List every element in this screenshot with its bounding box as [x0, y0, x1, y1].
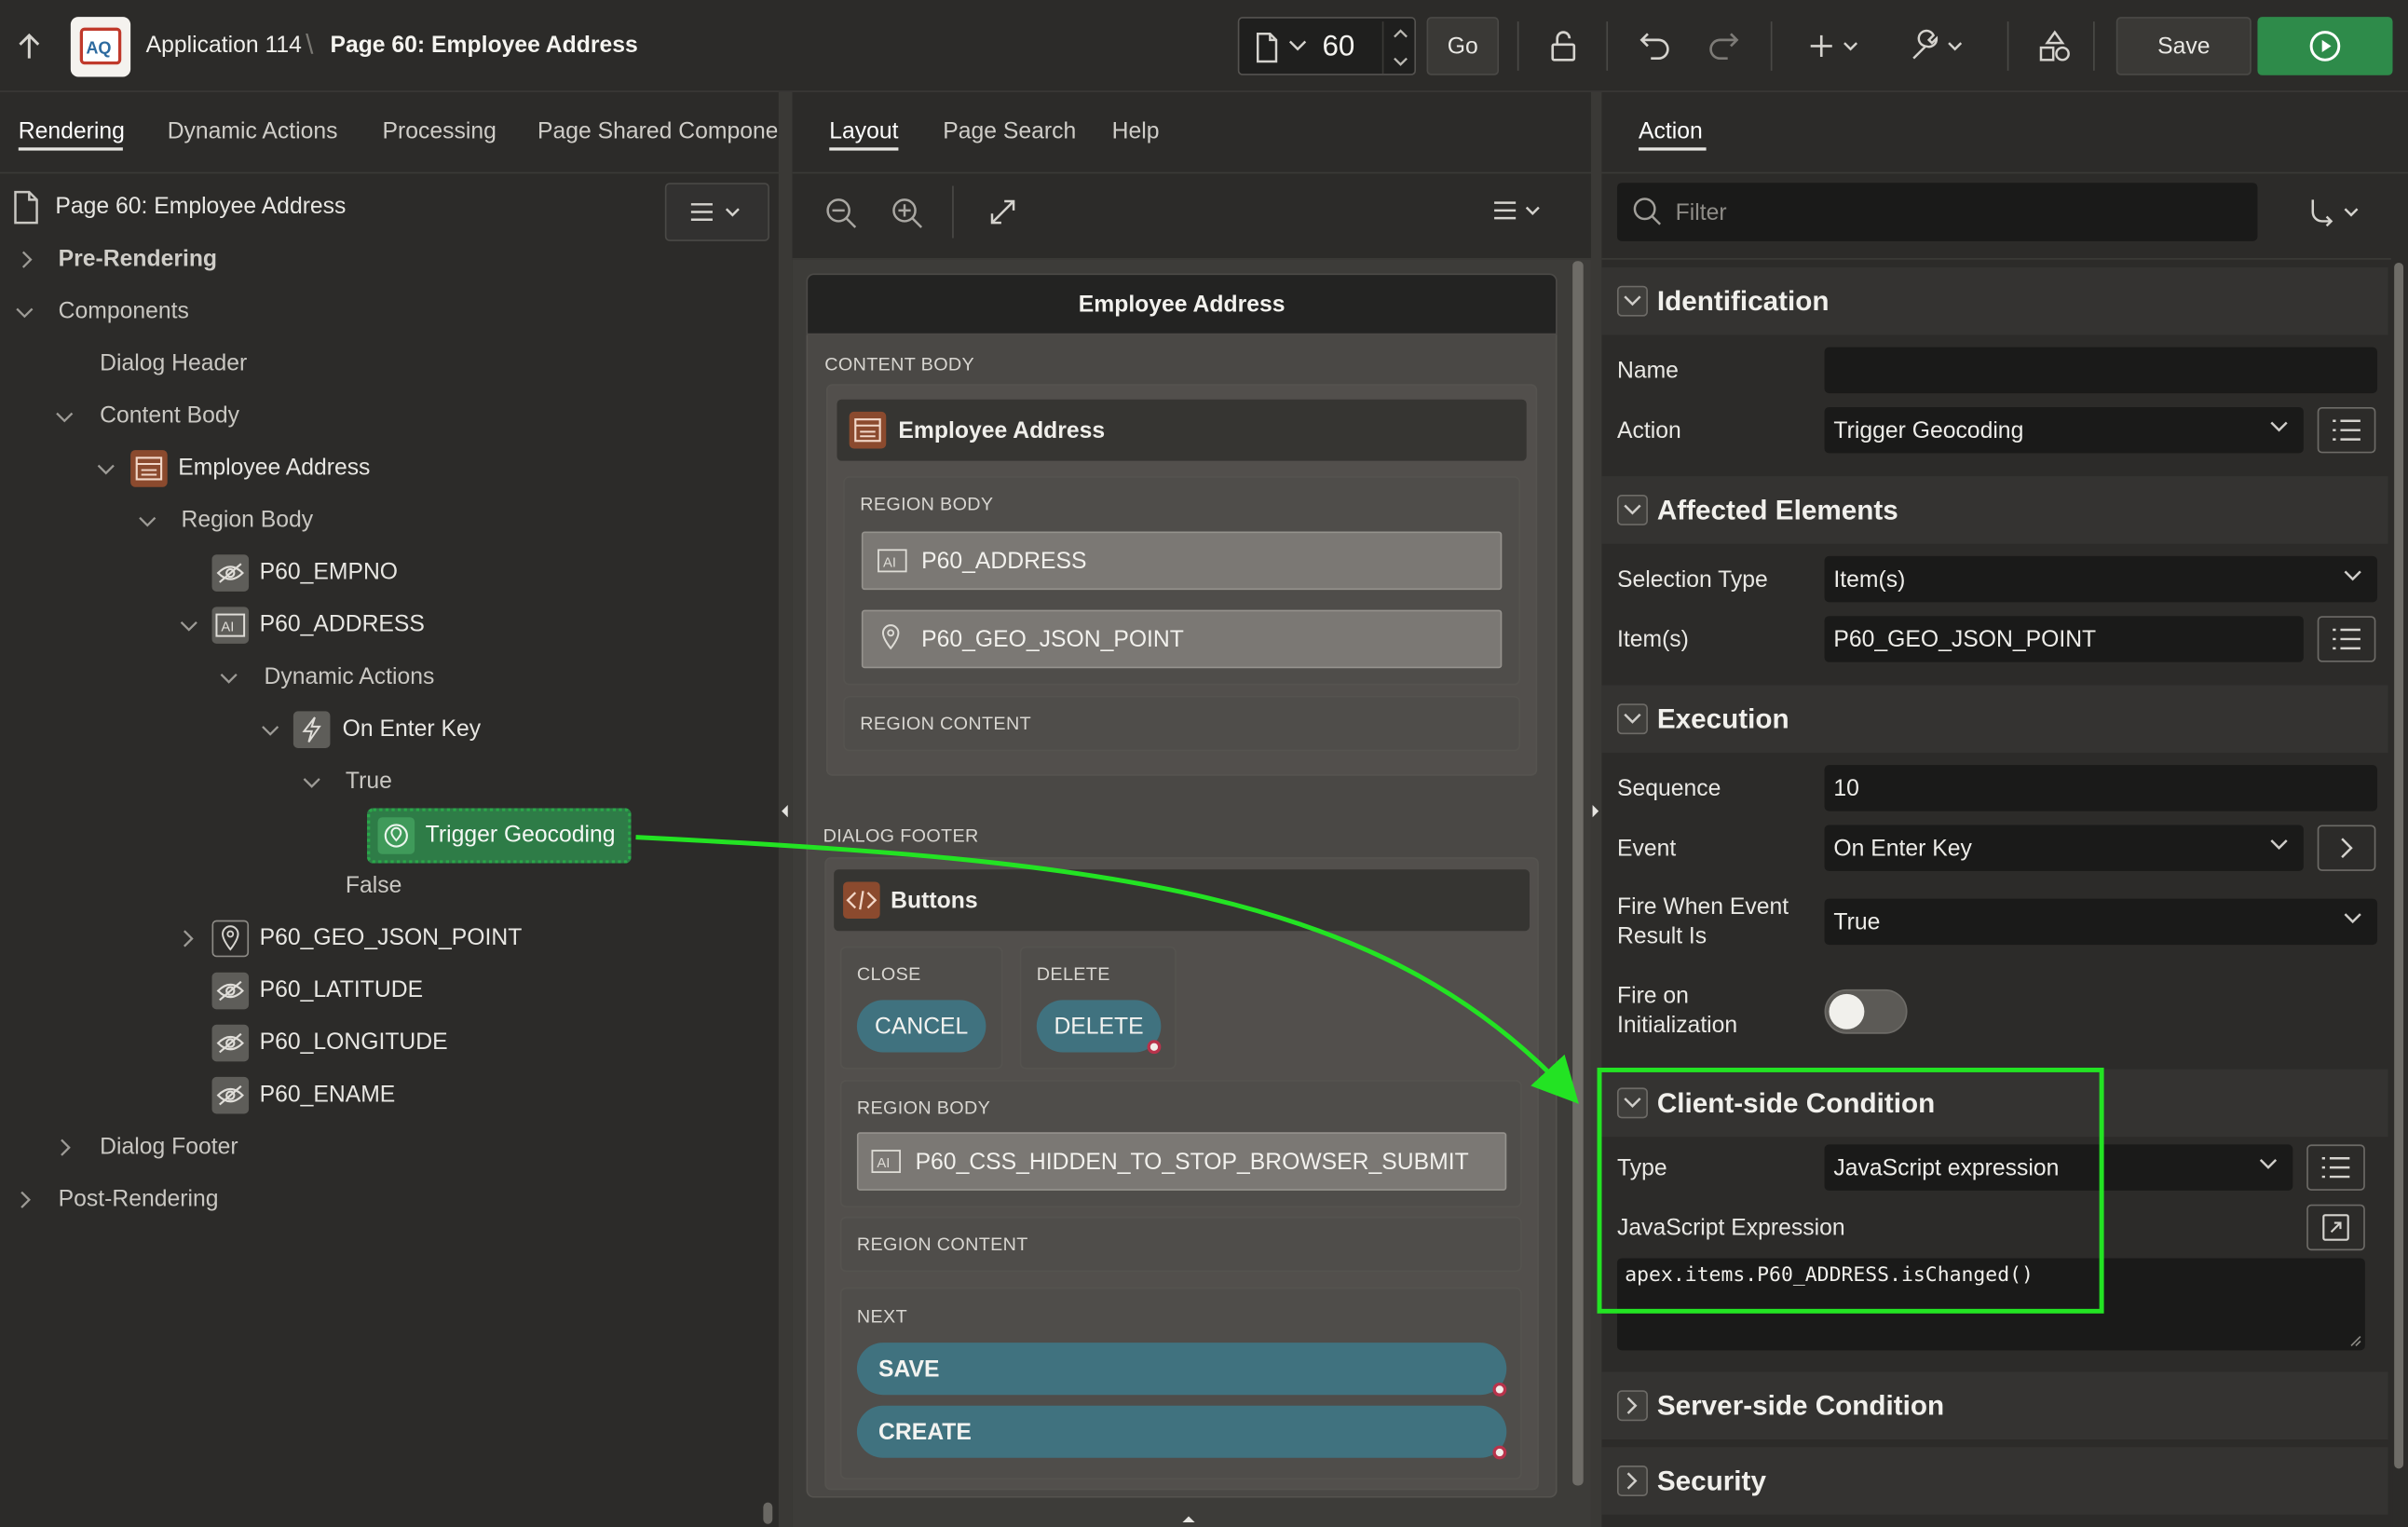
annotation-arrow [635, 835, 1579, 1104]
